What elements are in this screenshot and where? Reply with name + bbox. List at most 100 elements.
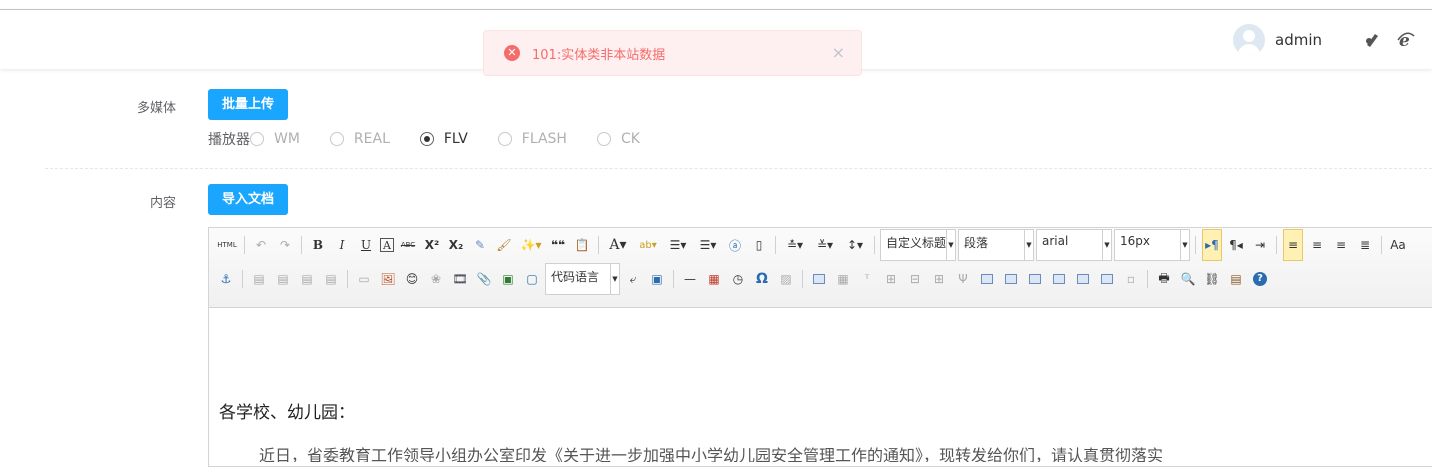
- insert-image-icon[interactable]: 🖼: [378, 269, 398, 289]
- insert-table-icon[interactable]: [809, 269, 829, 289]
- insert-row-icon[interactable]: ⊞: [881, 269, 901, 289]
- custom-title-select[interactable]: 自定义标题 ▼: [880, 229, 956, 261]
- align-right-icon[interactable]: ≡: [1331, 235, 1351, 255]
- simple-upload-icon[interactable]: ▭: [354, 269, 374, 289]
- row-spacing-top-icon[interactable]: ≛▾: [782, 235, 808, 255]
- clear-doc-icon[interactable]: ▯: [749, 235, 769, 255]
- image-left-icon[interactable]: ▤: [273, 269, 293, 289]
- map-icon[interactable]: ▣: [498, 269, 518, 289]
- font-color-icon[interactable]: A ▾: [605, 235, 631, 255]
- image-center-icon[interactable]: ▤: [321, 269, 341, 289]
- merge-down-icon[interactable]: [1025, 269, 1045, 289]
- search-replace-icon[interactable]: ⛓: [1202, 269, 1222, 289]
- undo-icon[interactable]: ↶: [251, 235, 271, 255]
- toolbar-row-2: ⚓ ▤ ▤ ▤ ▤ ▭ 🖼 😊 ❀ 🎞 📎 ▣ ▢ 代码语言 ▼ ⤶ ▣ — ▦ …: [214, 263, 1272, 295]
- avatar[interactable]: [1233, 24, 1265, 56]
- error-circle-icon: ✕: [504, 45, 520, 61]
- delete-row-icon[interactable]: ⊟: [905, 269, 925, 289]
- player-option-flv[interactable]: FLV: [419, 131, 468, 147]
- page-break-icon[interactable]: ⤶: [623, 269, 643, 289]
- player-option-wm[interactable]: WM: [250, 131, 300, 147]
- username[interactable]: admin: [1275, 31, 1322, 49]
- media-label: 多媒体: [136, 101, 176, 116]
- align-justify-icon[interactable]: ≣: [1355, 235, 1375, 255]
- editor-body-line2[interactable]: 近日，省委教育工作领导小组办公室印发《关于进一步加强中小学幼儿园安全管理工作的通…: [259, 442, 1432, 462]
- edit-profile-icon[interactable]: [1362, 30, 1382, 50]
- background-color-icon[interactable]: ab▾: [635, 235, 661, 255]
- code-language-select[interactable]: 代码语言 ▼: [545, 263, 620, 295]
- eraser-icon[interactable]: ✎: [470, 235, 490, 255]
- split-rows-icon[interactable]: [1073, 269, 1093, 289]
- editor-body-line1[interactable]: 各学校、幼儿园：: [219, 398, 355, 423]
- player-option-flash[interactable]: FLASH: [497, 131, 567, 147]
- insert-paragraph-before-table-icon[interactable]: ᵀ: [857, 269, 877, 289]
- error-toast: ✕ 101:实体类非本站数据 ×: [483, 30, 862, 76]
- close-icon[interactable]: ×: [832, 44, 845, 62]
- preview-icon[interactable]: 🔍: [1178, 269, 1198, 289]
- user-area: admin e: [1233, 20, 1416, 60]
- insert-col-icon[interactable]: ⊞: [929, 269, 949, 289]
- redo-icon[interactable]: ↷: [275, 235, 295, 255]
- split-cells-icon[interactable]: [1049, 269, 1069, 289]
- align-left-icon[interactable]: ≡: [1283, 229, 1303, 261]
- blockquote-icon[interactable]: ❝❝: [548, 235, 568, 255]
- html-source-icon[interactable]: HTML: [216, 235, 238, 255]
- split-cols-icon[interactable]: [1097, 269, 1117, 289]
- bold-icon[interactable]: B: [308, 235, 328, 255]
- merge-right-icon[interactable]: [1001, 269, 1021, 289]
- font-border-icon[interactable]: A: [380, 238, 394, 252]
- date-icon[interactable]: ▦: [704, 269, 724, 289]
- delete-table-icon[interactable]: ▦: [833, 269, 853, 289]
- paragraph-select[interactable]: 段落 ▼: [958, 229, 1034, 261]
- template-icon[interactable]: ▣: [647, 269, 667, 289]
- delete-col-icon[interactable]: Ψ: [953, 269, 973, 289]
- unordered-list-icon[interactable]: ☰▾: [695, 235, 721, 255]
- auto-format-icon[interactable]: ✨▾: [518, 235, 544, 255]
- strikethrough-icon[interactable]: ABC: [398, 235, 418, 255]
- emotion-icon[interactable]: 😊: [402, 269, 422, 289]
- direction-ltr-icon[interactable]: ▸¶: [1202, 229, 1222, 261]
- player-label: 播放器: [208, 132, 250, 148]
- batch-upload-button[interactable]: 批量上传: [208, 89, 289, 120]
- time-icon[interactable]: ◷: [728, 269, 748, 289]
- format-brush-icon[interactable]: 🖌: [494, 235, 514, 255]
- import-document-button[interactable]: 导入文档: [208, 184, 289, 215]
- superscript-icon[interactable]: X²: [422, 235, 442, 255]
- section-divider: [45, 168, 1432, 169]
- direction-rtl-icon[interactable]: ¶◂: [1226, 235, 1246, 255]
- toast-message: 101:实体类非本站数据: [532, 47, 666, 63]
- anchor-text-icon[interactable]: ⓐ: [725, 235, 745, 255]
- row-spacing-bottom-icon[interactable]: ≚▾: [812, 235, 838, 255]
- anchor-icon[interactable]: ⚓: [216, 269, 236, 289]
- scrawl-icon[interactable]: ❀: [426, 269, 446, 289]
- browser-ie-icon[interactable]: e: [1396, 30, 1416, 50]
- merge-cells-icon[interactable]: [977, 269, 997, 289]
- editor-toolbar: HTML ↶ ↷ B I U A ABC X² X₂ ✎ 🖌 ✨▾ ❝❝ 📋 A…: [209, 228, 1432, 308]
- line-height-icon[interactable]: ↕▾: [842, 235, 868, 255]
- horizontal-rule-icon[interactable]: —: [680, 269, 700, 289]
- indent-icon[interactable]: ⇥: [1250, 235, 1270, 255]
- case-icon[interactable]: Aa: [1388, 235, 1408, 255]
- font-size-select[interactable]: 16px ▼: [1114, 229, 1190, 261]
- player-option-real[interactable]: REAL: [329, 131, 390, 147]
- underline-icon[interactable]: U: [356, 235, 376, 255]
- drafts-icon[interactable]: ▤: [1226, 269, 1246, 289]
- image-right-icon[interactable]: ▤: [297, 269, 317, 289]
- paste-plain-icon[interactable]: 📋: [572, 235, 592, 255]
- italic-icon[interactable]: I: [332, 235, 352, 255]
- chart-icon[interactable]: ▫: [1121, 269, 1141, 289]
- insert-frame-icon[interactable]: ▢: [522, 269, 542, 289]
- special-chars-icon[interactable]: Ω: [752, 269, 772, 289]
- attachment-icon[interactable]: 📎: [474, 269, 494, 289]
- help-icon[interactable]: ?: [1250, 269, 1270, 289]
- align-center-icon[interactable]: ≡: [1307, 235, 1327, 255]
- print-icon[interactable]: 🖶: [1154, 269, 1174, 289]
- toolbar-row-1: HTML ↶ ↷ B I U A ABC X² X₂ ✎ 🖌 ✨▾ ❝❝ 📋 A…: [214, 229, 1410, 261]
- ordered-list-icon[interactable]: ☰▾: [665, 235, 691, 255]
- font-family-select[interactable]: arial ▼: [1036, 229, 1112, 261]
- wordimage-icon[interactable]: ▨: [776, 269, 796, 289]
- image-none-icon[interactable]: ▤: [249, 269, 269, 289]
- player-option-ck[interactable]: CK: [596, 131, 640, 147]
- subscript-icon[interactable]: X₂: [446, 235, 466, 255]
- insert-video-icon[interactable]: 🎞: [450, 269, 470, 289]
